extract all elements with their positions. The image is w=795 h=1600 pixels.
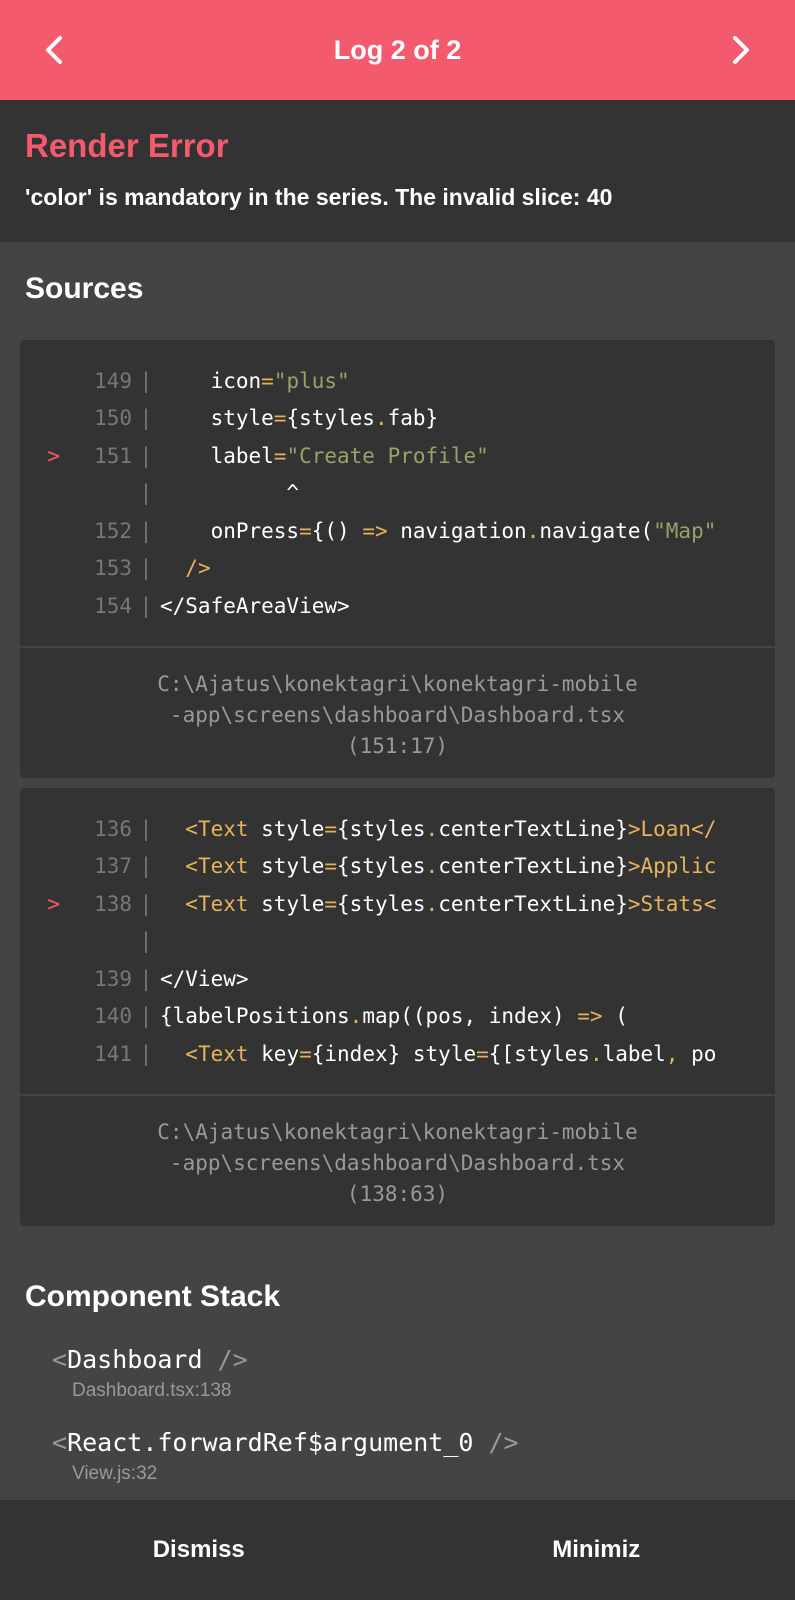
code-line: 139 | </View>	[94, 966, 249, 991]
code-line: 140 | {labelPositions.map((pos, index) => …	[94, 1004, 628, 1029]
code-line: 152 | onPress={() => navigation.navigate(…	[94, 518, 717, 543]
source-file-path: C:\Ajatus\konektagri\konektagri-mobile -…	[157, 671, 638, 758]
code-line: 150 | style={styles.fab}	[94, 406, 439, 431]
log-title: Log 2 of 2	[333, 34, 462, 65]
code-line: 136 | <Text style={styles.centerTextLine}…	[94, 816, 717, 841]
component-file: Dashboard.tsx:138	[72, 1380, 232, 1401]
code-line: 154 | </SafeAreaView>	[94, 593, 350, 618]
chevron-right-icon	[733, 36, 749, 64]
error-title: Render Error	[25, 127, 229, 164]
component-name: React.forwardRef$argument_0	[67, 1428, 474, 1457]
code-line: 137 | <Text style={styles.centerTextLine}…	[94, 854, 717, 879]
code-line: 141 | <Text key={index} style={[styles.la…	[94, 1041, 717, 1066]
component-file: View.js:32	[72, 1463, 158, 1484]
footer-actions: Dismiss Minimiz	[0, 1500, 795, 1600]
dismiss-button[interactable]: Dismiss	[0, 1500, 398, 1600]
source-frame-1[interactable]: 149 | icon="plus" 150 | style={styles.fab}…	[20, 340, 775, 778]
source-file-path: C:\Ajatus\konektagri\konektagri-mobile -…	[157, 1119, 638, 1206]
next-log-button[interactable]	[715, 25, 765, 75]
code-line-highlighted: >138 | <Text style={styles.centerTextLine…	[47, 891, 717, 916]
component-stack-item[interactable]: <Dashboard /> Dashboard.tsx:138	[52, 1345, 248, 1402]
component-stack-title: Component Stack	[25, 1280, 281, 1313]
code-snippet: 136 | <Text style={styles.centerTextLine}…	[20, 788, 775, 1096]
code-snippet: 149 | icon="plus" 150 | style={styles.fab}…	[20, 340, 775, 648]
source-frame-2[interactable]: 136 | <Text style={styles.centerTextLine}…	[20, 788, 775, 1226]
sources-title: Sources	[25, 272, 144, 305]
code-line: 153 | />	[94, 556, 211, 581]
component-name: Dashboard	[67, 1345, 203, 1374]
code-line-highlighted: >151 | label="Create Profile"	[47, 443, 489, 468]
code-line-caret: |	[139, 929, 153, 954]
error-summary: Render Error 'color' is mandatory in the…	[0, 100, 795, 242]
component-stack-item[interactable]: <React.forwardRef$argument_0 /> View.js:…	[52, 1428, 519, 1485]
chevron-left-icon	[46, 36, 62, 64]
previous-log-button[interactable]	[30, 25, 80, 75]
code-line: 149 | icon="plus"	[94, 368, 350, 393]
error-message: 'color' is mandatory in the series. The …	[25, 184, 613, 210]
minimize-button[interactable]: Minimiz	[398, 1500, 795, 1600]
log-header: Log 2 of 2	[0, 0, 795, 100]
code-line-caret: | ^	[139, 481, 300, 506]
